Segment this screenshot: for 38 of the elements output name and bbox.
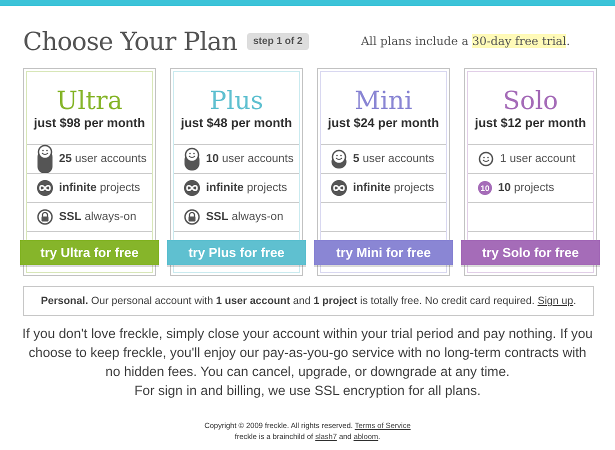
personal-plan-note: Personal. Our personal account with 1 user account and 1 project is totally free. No credit card required. Sign up. xyxy=(23,286,594,316)
feature-text: 5 user accounts xyxy=(353,153,434,165)
infinity-icon xyxy=(37,180,53,196)
feature-text: 25 user accounts xyxy=(59,153,147,165)
step-badge: step 1 of 2 xyxy=(247,32,309,50)
page-title: Choose Your Plan xyxy=(23,26,238,56)
tagline-text: . xyxy=(566,34,570,48)
feature-text: SSL always-on xyxy=(59,211,136,223)
feature-text: infinite projects xyxy=(353,182,434,194)
plan-price: just $24 per month xyxy=(328,116,440,130)
infinity-icon xyxy=(184,180,200,196)
info-paragraph: If you don't love freckle, simply close your account within your trial period and pay nothing. If you choose to keep freckle, you'll enjoy our pay-as-you-go service with no long-term contracts with no hidden fees. You can cancel, upgrade, or downgrade at any time. xyxy=(21,325,594,381)
plan-price: just $48 per month xyxy=(180,116,292,130)
try-plan-button[interactable]: try Solo for free xyxy=(461,240,600,265)
user-stack-icon xyxy=(184,147,200,171)
feature-text: 1 user account xyxy=(500,153,576,165)
feature-text: 10 projects xyxy=(498,182,554,194)
lock-icon xyxy=(37,209,53,225)
lock-icon xyxy=(184,209,200,225)
user-stack-icon xyxy=(37,144,53,174)
feature-text: SSL always-on xyxy=(206,211,284,223)
tagline-text: All plans include a xyxy=(360,34,470,48)
plan-name: Solo xyxy=(502,86,558,116)
infinity-icon xyxy=(331,180,347,196)
count-badge: 10 xyxy=(478,181,492,195)
feature-text: infinite projects xyxy=(59,182,140,194)
user-stack-icon xyxy=(331,149,347,169)
highlighted-tagline-text: 30-day free trial xyxy=(472,34,566,48)
sign-up-link[interactable]: Sign up xyxy=(538,295,574,307)
plan-price: just $12 per month xyxy=(474,116,586,130)
smiley-icon xyxy=(478,151,494,167)
feature-text: 10 user accounts xyxy=(206,153,294,165)
feature-text: infinite projects xyxy=(206,182,288,194)
plan-price: just $98 per month xyxy=(34,116,146,130)
plan-name: Mini xyxy=(354,86,412,116)
plan-name: Plus xyxy=(210,86,264,116)
info-paragraph: For sign in and billing, we use SSL encryption for all plans. xyxy=(133,382,482,400)
plan-name: Ultra xyxy=(56,86,122,116)
